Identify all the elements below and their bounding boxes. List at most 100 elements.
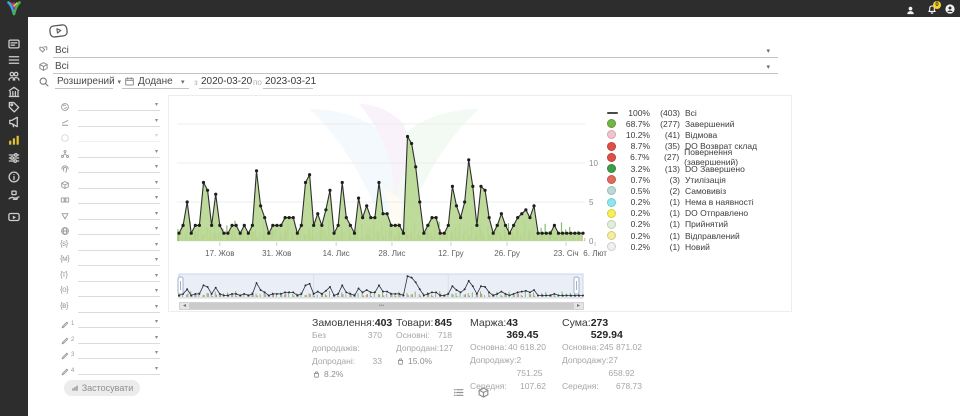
date-from-input[interactable]: 2020-03-20	[201, 76, 252, 87]
legend-item-8[interactable]: 0.2%(1)Нема в наявності	[607, 197, 787, 208]
navigator-handle-left[interactable]	[178, 277, 183, 294]
sidebar-item-marketing[interactable]	[7, 115, 22, 130]
category-filter-dropdown[interactable]: Всі ▾	[38, 45, 778, 58]
legend-dot-marker	[607, 130, 616, 139]
scrollbar-thumb[interactable]: •••	[189, 303, 574, 309]
marketplace-icon[interactable]	[48, 23, 70, 39]
svg-text:14. Лис: 14. Лис	[323, 249, 350, 258]
legend-count: (403)	[654, 108, 680, 118]
legend-percent: 68.7%	[620, 119, 650, 129]
legend-label: Утилізація	[685, 175, 726, 185]
date-to-input[interactable]: 2023-03-21	[265, 76, 316, 87]
cube-icon	[60, 180, 70, 190]
sidebar-item-statistics[interactable]	[7, 133, 22, 148]
navigator-handle-right[interactable]	[574, 277, 579, 294]
legend-item-10[interactable]: 0.2%(1)Прийнятий	[607, 219, 787, 230]
filter-param-1[interactable]: 1▾	[60, 315, 160, 329]
filter-status[interactable]: ▾	[60, 114, 160, 128]
filter-custom-m[interactable]: {м}▾	[60, 253, 160, 267]
legend-dot-marker	[607, 119, 616, 128]
sidebar-item-company[interactable]	[7, 85, 22, 100]
stat-subvalue: 718	[438, 329, 452, 342]
filter-underline	[78, 188, 160, 189]
list-icon	[7, 53, 21, 67]
chevron-down-icon: ▾	[155, 349, 158, 356]
filter-param-3[interactable]: 3▾	[60, 346, 160, 360]
filter-site[interactable]: ▾	[60, 222, 160, 236]
svg-text:23. Січ: 23. Січ	[553, 249, 578, 258]
legend-item-1[interactable]: 68.7%(277)Завершений	[607, 118, 787, 129]
search-icon[interactable]	[38, 76, 50, 91]
legend-item-7[interactable]: 0.5%(2)Самовивіз	[607, 185, 787, 196]
filter-product[interactable]: ▾	[60, 176, 160, 190]
product-filter-dropdown[interactable]: Всі ▾	[38, 61, 778, 74]
sidebar-item-tutorials[interactable]	[7, 210, 22, 225]
user-avatar[interactable]	[944, 2, 956, 20]
pencil-icon	[60, 319, 70, 329]
chevron-down-icon: ▾	[155, 334, 158, 341]
sidebar-item-settings[interactable]	[7, 151, 22, 166]
chevron-down-icon: ▾	[155, 303, 158, 310]
legend-label: DO Отправлено	[685, 208, 748, 218]
chevron-down-icon: ▾	[155, 101, 158, 108]
filter-param-4[interactable]: 4▾	[60, 362, 160, 376]
filter-custom-o[interactable]: {о}▾	[60, 284, 160, 298]
stat-sublabel: Допродажу:	[470, 354, 517, 380]
stat-sublabel: Основні:	[396, 329, 430, 342]
category-filter-underline	[53, 57, 778, 58]
sidebar-item-info[interactable]	[7, 170, 22, 185]
chevron-down-icon: ▾	[155, 256, 158, 263]
filter-param-2[interactable]: 2▾	[60, 331, 160, 345]
filter-payment[interactable]: ▾	[60, 191, 160, 205]
package-icon[interactable]	[477, 386, 490, 404]
filter-underline	[78, 110, 160, 111]
legend-item-6[interactable]: 0.7%(3)Утилізація	[607, 174, 787, 185]
sidebar-item-products[interactable]	[7, 100, 22, 115]
chevron-down-icon: ▾	[155, 148, 158, 155]
filter-custom-v[interactable]: {в}▾	[60, 300, 160, 314]
legend-percent: 3.2%	[620, 164, 650, 174]
stat-subrow: Основна:40 618.20	[470, 341, 546, 354]
mini-chart-navigator[interactable]	[177, 273, 607, 303]
summary-list-icon[interactable]	[452, 386, 465, 404]
filter-custom-s[interactable]: {s}▾	[60, 238, 160, 252]
sidebar	[0, 17, 28, 416]
sidebar-item-clients[interactable]	[7, 69, 22, 84]
main-chart[interactable]: 051017. Жов31. Жов14. Лис28. Лис12. Гру2…	[177, 99, 607, 265]
mini-chart-scrollbar[interactable]: ◂ ••• ▸	[179, 302, 584, 310]
stat-subrow: Допродані:127	[396, 342, 452, 355]
sidebar-item-orders[interactable]	[7, 53, 22, 68]
legend-label: Відмова	[685, 130, 717, 140]
scroll-right-arrow[interactable]: ▸	[574, 303, 583, 309]
scroll-left-arrow[interactable]: ◂	[180, 303, 189, 309]
sidebar-item-dashboard[interactable]	[7, 37, 22, 52]
legend-percent: 6.7%	[620, 152, 650, 162]
date-field-dropdown[interactable]: Додане	[138, 76, 173, 87]
legend-percent: 0.2%	[620, 208, 650, 218]
sidebar-item-shipments[interactable]	[7, 189, 22, 204]
assistant-icon[interactable]	[905, 3, 916, 21]
legend-count: (35)	[654, 141, 680, 151]
apply-button[interactable]: Застосувати	[64, 380, 140, 396]
legend-dot-marker	[607, 186, 616, 195]
stat-header: Товари:845	[396, 317, 452, 329]
legend-item-11[interactable]: 0.2%(1)Відправлений	[607, 230, 787, 241]
legend-item-0[interactable]: 100%(403)Всі	[607, 107, 787, 118]
stat-header: Маржа:43 369.45	[470, 317, 546, 341]
chevron-down-icon: ▾	[155, 225, 158, 232]
stat-subvalue: 40 618.20	[508, 341, 546, 354]
filter-custom-t[interactable]: {т}▾	[60, 269, 160, 283]
filter-funnel[interactable]: ▾	[60, 207, 160, 221]
filter-category[interactable]: ▾	[60, 145, 160, 159]
search-mode-dropdown[interactable]: Розширений ▾	[57, 76, 121, 87]
legend-dot-marker	[607, 164, 616, 173]
filter-client[interactable]: ▾	[60, 160, 160, 174]
legend-item-2[interactable]: 10.2%(41)Відмова	[607, 129, 787, 140]
filter-geo[interactable]: ▾	[60, 98, 160, 112]
legend-item-9[interactable]: 0.2%(1)DO Отправлено	[607, 208, 787, 219]
app-logo	[6, 1, 22, 16]
banknote-icon	[60, 195, 70, 205]
legend-item-12[interactable]: 0.2%(1)Новий	[607, 241, 787, 252]
legend-count: (27)	[654, 152, 680, 162]
legend-item-4[interactable]: 6.7%(27)Повернення (завершений)	[607, 152, 787, 163]
